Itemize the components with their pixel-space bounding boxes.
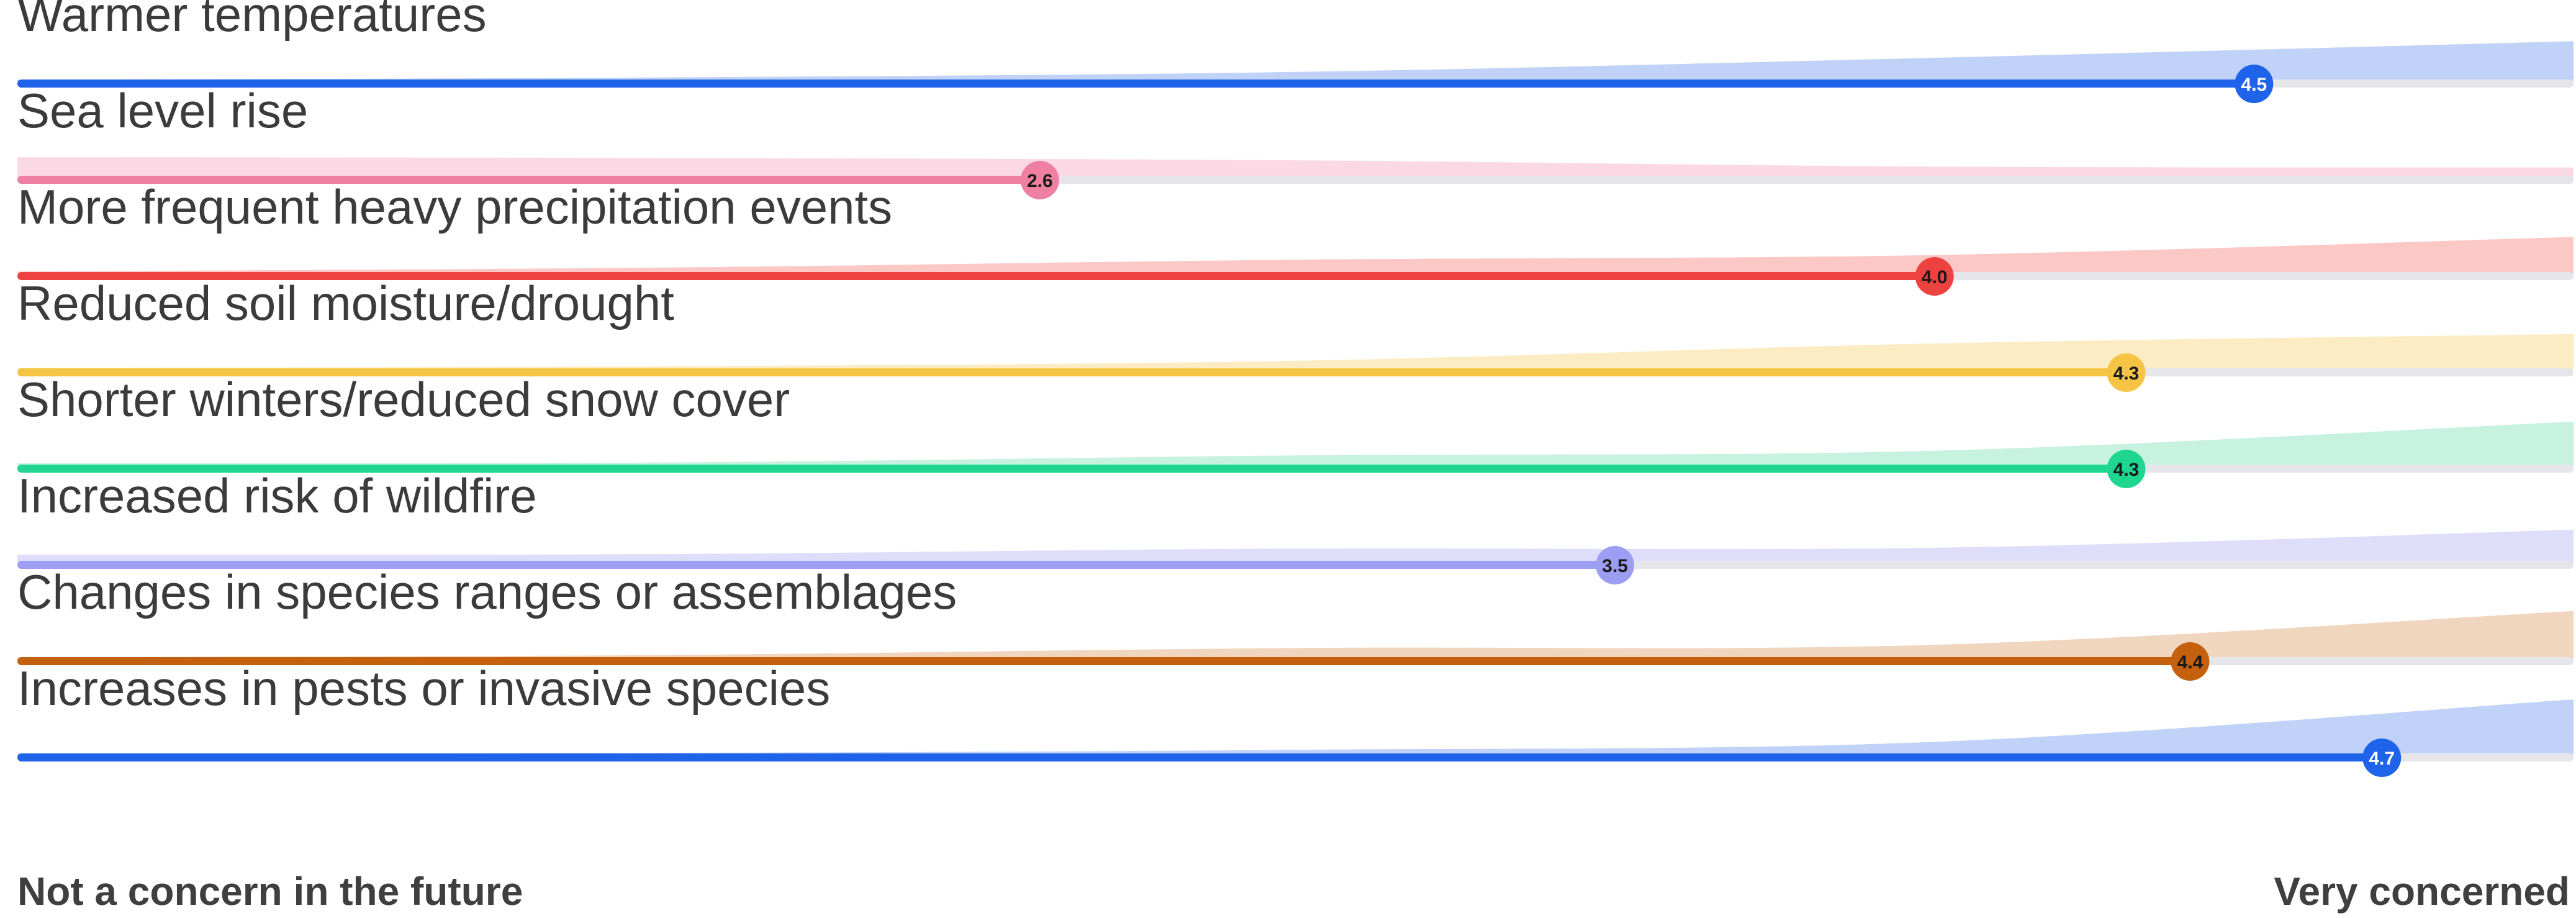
category-label: Increases in pests or invasive species xyxy=(17,661,830,716)
concern-chart: Warmer temperatures 4.5 Sea level rise 2.6 M… xyxy=(17,0,2574,777)
category-label: Changes in species ranges or assemblages xyxy=(17,565,957,619)
value-label: 4.4 xyxy=(2177,652,2203,673)
value-label: 2.6 xyxy=(1027,171,1053,191)
x-axis-label-right: Very concerned xyxy=(2274,869,2570,914)
category-label: Shorter winters/reduced snow cover xyxy=(17,372,790,427)
value-label: 4.3 xyxy=(2113,460,2140,480)
value-bar xyxy=(17,80,2254,88)
category-label: More frequent heavy precipitation events xyxy=(17,180,892,234)
distribution-area xyxy=(17,421,2574,466)
distribution-area xyxy=(17,529,2574,563)
value-label: 4.0 xyxy=(1922,267,1948,288)
distribution-area xyxy=(17,41,2574,81)
category-label: Sea level rise xyxy=(17,83,308,138)
value-bar xyxy=(17,753,2382,761)
category-label: Increased risk of wildfire xyxy=(17,468,537,523)
value-label: 4.7 xyxy=(2369,748,2395,769)
distribution-area xyxy=(17,237,2574,274)
x-axis-label-left: Not a concern in the future xyxy=(17,869,523,914)
value-label: 3.5 xyxy=(1602,556,1628,576)
category-label: Warmer temperatures xyxy=(17,0,487,42)
value-label: 4.5 xyxy=(2241,75,2267,95)
category-label: Reduced soil moisture/drought xyxy=(17,276,674,330)
value-label: 4.3 xyxy=(2113,363,2140,384)
distribution-area xyxy=(17,334,2574,370)
distribution-area xyxy=(17,157,2574,178)
